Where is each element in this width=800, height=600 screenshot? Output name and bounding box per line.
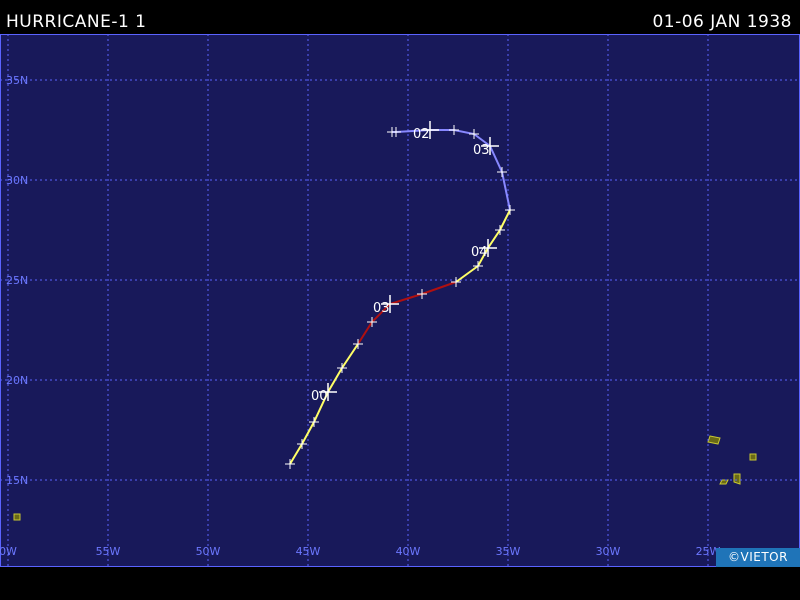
date-range: 01-06 JAN 1938: [652, 12, 792, 32]
lon-label: 30W: [596, 545, 621, 558]
island-4: [13, 513, 21, 521]
day-marker-label: 03: [373, 301, 390, 316]
storm-name: HURRICANE-1 1: [6, 12, 147, 32]
lon-label: 0W: [0, 545, 17, 558]
lon-label: 45W: [296, 545, 321, 558]
lon-label: 55W: [96, 545, 121, 558]
day-marker-label: 02: [413, 127, 430, 142]
footer-bar: [0, 567, 800, 600]
lat-label: 35N: [6, 74, 28, 87]
island-1: [749, 453, 757, 461]
day-marker-label: 03: [473, 143, 490, 158]
lat-label: 25N: [6, 274, 28, 287]
lat-label: 20N: [6, 374, 28, 387]
island-3: [719, 479, 729, 485]
island-2: [733, 473, 741, 485]
day-marker-label: 04: [471, 245, 488, 260]
lon-label: 40W: [396, 545, 421, 558]
lon-label: 50W: [196, 545, 221, 558]
header-bar: HURRICANE-1 1 01-06 JAN 1938: [0, 0, 800, 34]
credit-badge: ©VIETOR: [716, 548, 800, 567]
day-marker-label: 00: [311, 389, 328, 404]
lon-label: 35W: [496, 545, 521, 558]
lat-label: 30N: [6, 174, 28, 187]
lat-label: 15N: [6, 474, 28, 487]
track-map: 35N30N25N20N15N0W 55W 50W 45W 40W 35W 30W 25W 0…: [0, 34, 800, 567]
island-0: [707, 435, 721, 445]
